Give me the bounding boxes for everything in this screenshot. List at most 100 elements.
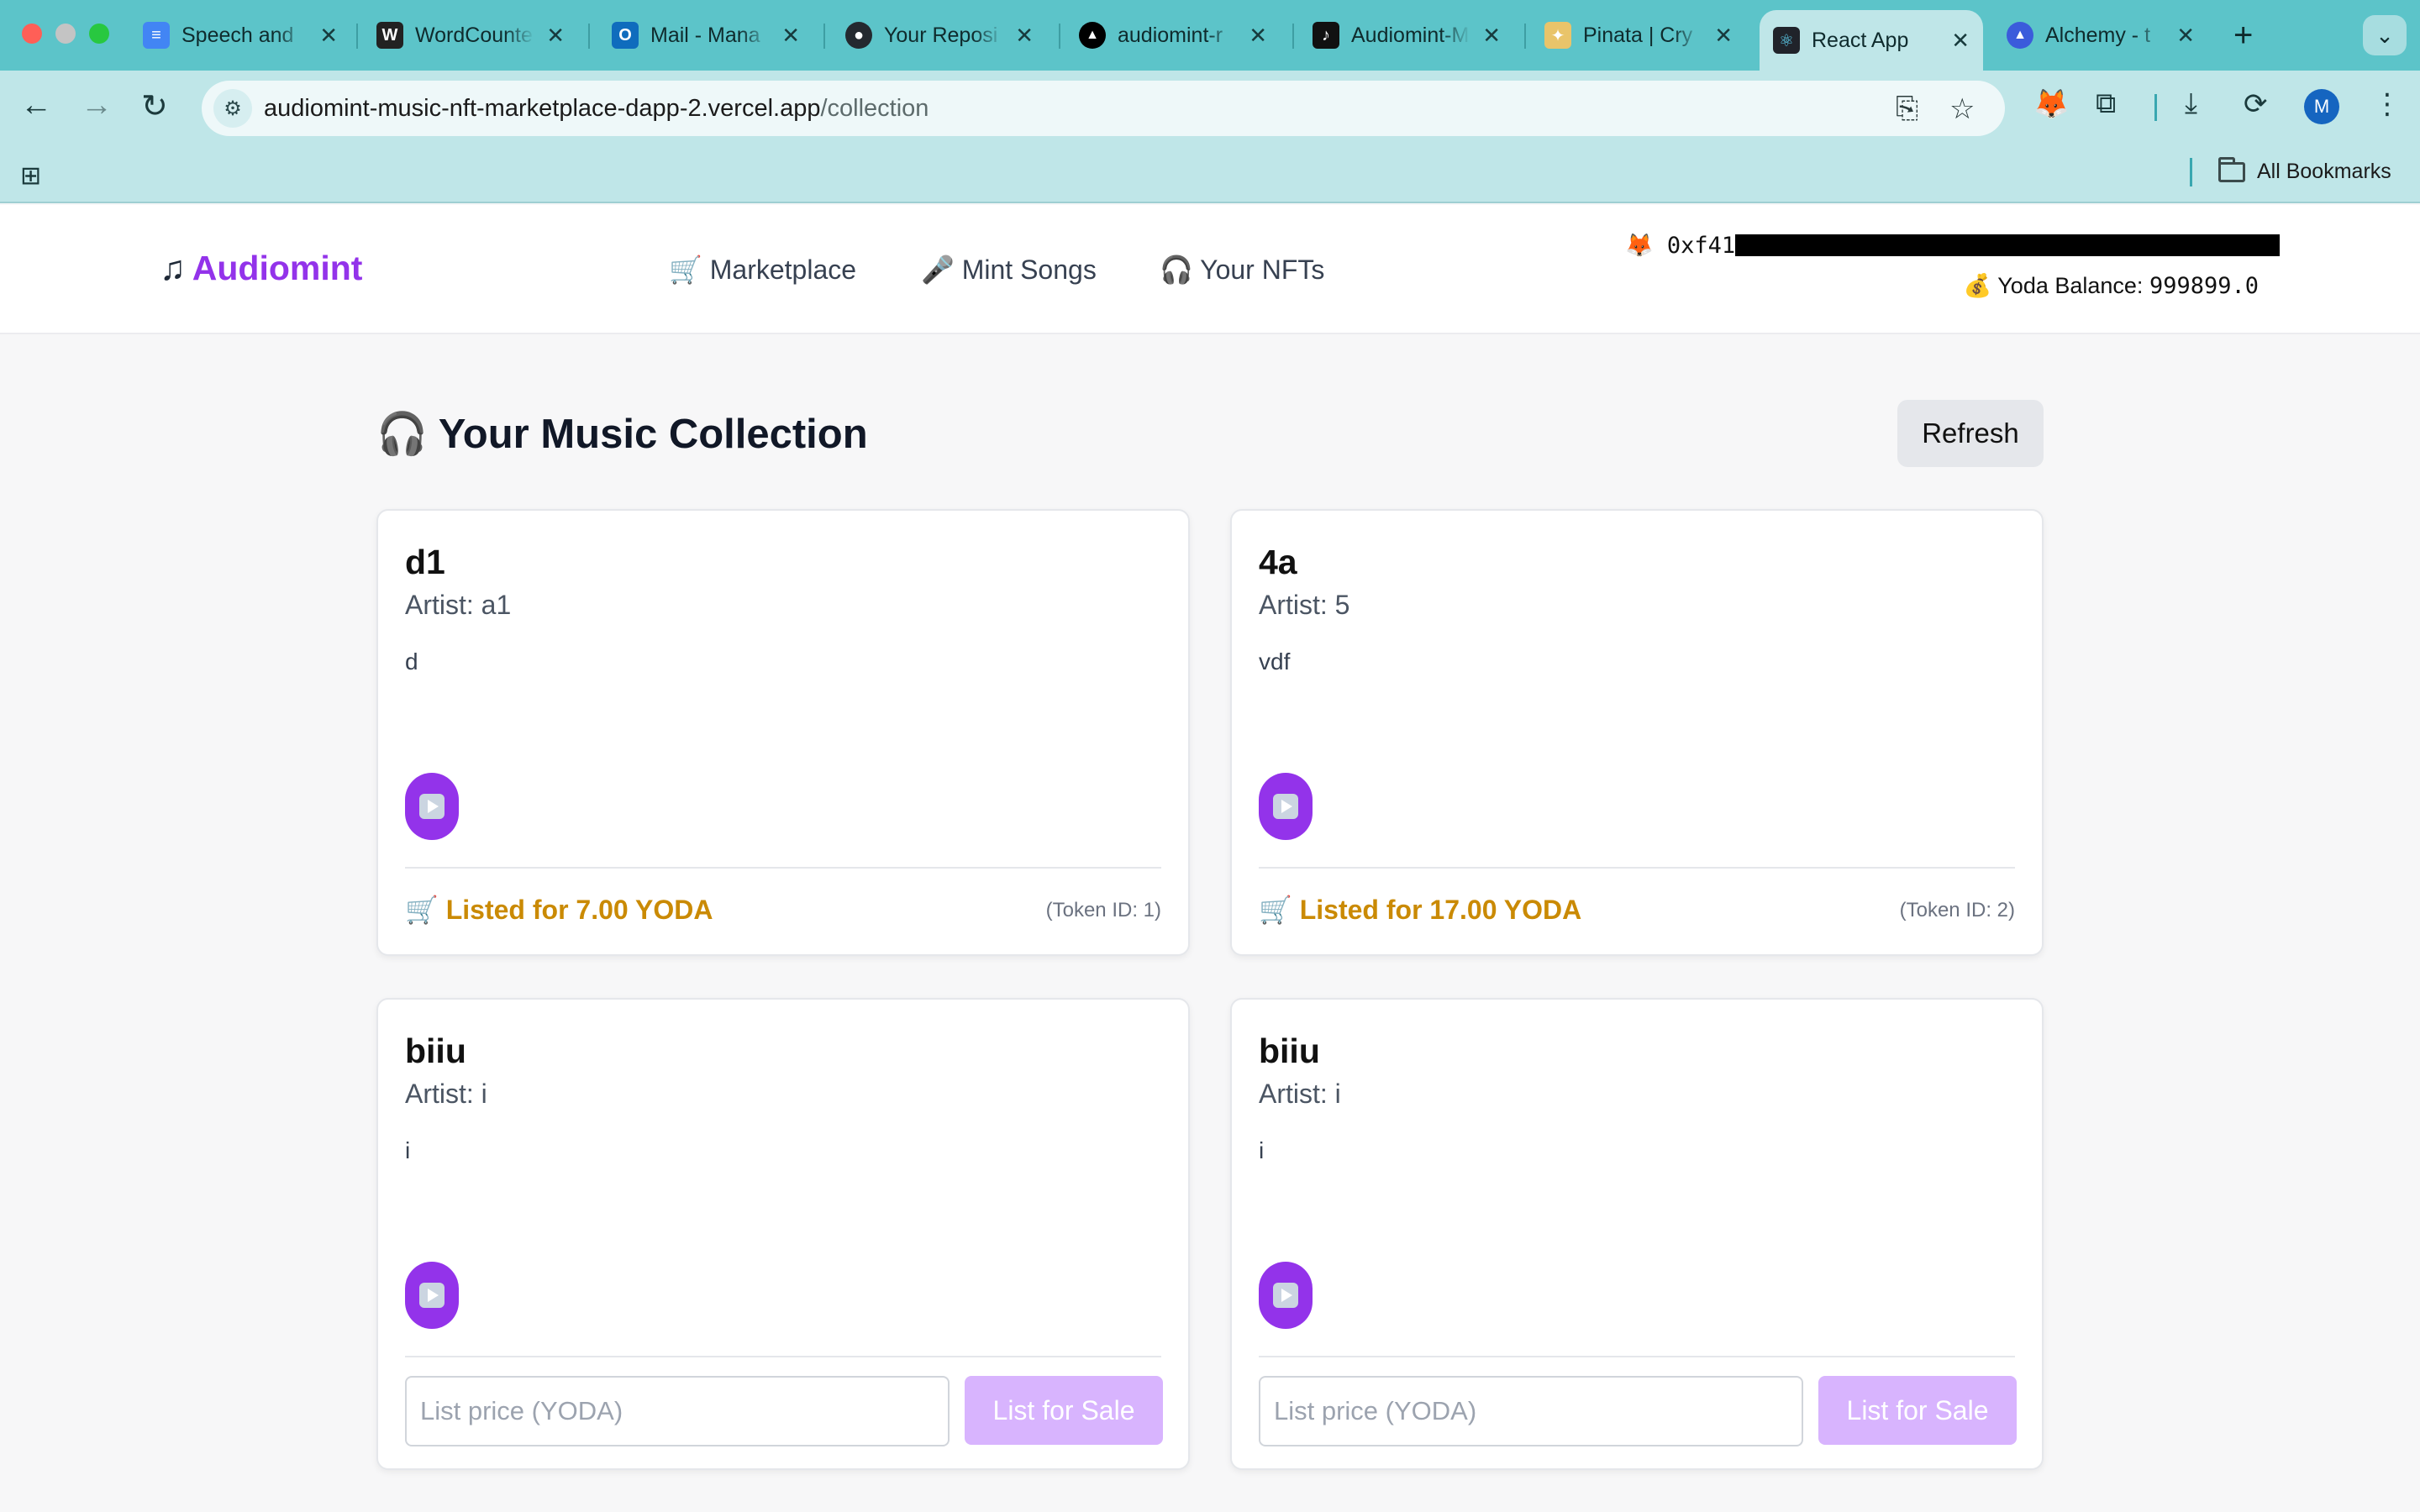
- yoda-balance: 💰 Yoda Balance: 999899.0: [1963, 273, 2259, 299]
- song-title: d1: [405, 543, 445, 581]
- browser-tab[interactable]: ▲ audiomint-r ✕: [1065, 13, 1281, 57]
- new-tab-icon[interactable]: +: [2233, 17, 2253, 55]
- folder-icon: [2218, 156, 2245, 182]
- browser-menu-icon[interactable]: ⋮: [2373, 87, 2402, 121]
- docs-icon: ≡: [143, 22, 170, 49]
- app-header: ♫ Audiomint 🛒 Marketplace 🎤 Mint Songs 🎧 …: [0, 205, 2420, 334]
- bookmark-star-icon[interactable]: ☆: [1949, 92, 1975, 126]
- close-tab-icon[interactable]: ✕: [1249, 23, 1267, 49]
- page-title: 🎧 Your Music Collection: [376, 412, 868, 457]
- back-arrow-icon[interactable]: ←: [20, 87, 52, 123]
- list-for-sale-button[interactable]: List for Sale: [965, 1376, 1163, 1445]
- song-description: vdf: [1259, 648, 1291, 675]
- song-card: biiu Artist: i i List for Sale: [376, 998, 1190, 1470]
- song-artist: Artist: i: [405, 1079, 487, 1109]
- redacted-address: [1735, 234, 2281, 256]
- song-artist: Artist: i: [1259, 1079, 1341, 1109]
- token-id: (Token ID: 1): [1045, 899, 1161, 921]
- alchemy-icon: ▲: [2007, 22, 2033, 49]
- song-artist: Artist: 5: [1259, 590, 1350, 620]
- list-for-sale-button[interactable]: List for Sale: [1818, 1376, 2017, 1445]
- headphones-icon: 🎧: [376, 412, 429, 457]
- song-title: biiu: [405, 1032, 466, 1070]
- song-card: 4a Artist: 5 vdf 🛒 Listed for 17.00 YODA…: [1230, 509, 2044, 956]
- fox-icon: 🦊: [1625, 233, 1654, 259]
- browser-tab-bar: ≡ Speech and ✕ W WordCounter ✕ O Mail - …: [0, 0, 2420, 71]
- play-button[interactable]: [405, 1262, 459, 1329]
- refresh-button[interactable]: Refresh: [1897, 400, 2044, 467]
- nav-mint-songs[interactable]: 🎤 Mint Songs: [921, 254, 1097, 286]
- play-icon: [419, 1283, 445, 1308]
- close-tab-icon[interactable]: ✕: [319, 23, 338, 49]
- wallet-address: 🦊 0xf41: [1625, 232, 2281, 259]
- browser-tab-active[interactable]: ⚛ React App ✕: [1760, 10, 1983, 71]
- reload-icon[interactable]: ↻: [141, 87, 168, 125]
- close-tab-icon[interactable]: ✕: [1714, 23, 1733, 49]
- apps-grid-icon[interactable]: ⊞: [20, 161, 41, 191]
- address-bar[interactable]: ⚙ audiomint-music-nft-marketplace-dapp-2…: [202, 81, 2005, 136]
- close-tab-icon[interactable]: ✕: [781, 23, 800, 49]
- token-id: (Token ID: 2): [1899, 899, 2015, 921]
- site-settings-icon[interactable]: ⚙: [213, 89, 252, 128]
- listing-status: 🛒 Listed for 7.00 YODA: [405, 895, 713, 925]
- close-tab-icon[interactable]: ✕: [1951, 28, 1970, 54]
- tab-search-chevron-icon[interactable]: ⌄: [2363, 15, 2407, 55]
- song-card: biiu Artist: i i List for Sale: [1230, 998, 2044, 1470]
- brand-logo[interactable]: ♫ Audiomint: [160, 249, 362, 288]
- nav-marketplace[interactable]: 🛒 Marketplace: [669, 254, 856, 286]
- wordcounter-icon: W: [376, 22, 403, 49]
- play-icon: [419, 794, 445, 819]
- play-button[interactable]: [405, 773, 459, 840]
- close-tab-icon[interactable]: ✕: [546, 23, 565, 49]
- song-description: d: [405, 648, 418, 675]
- close-tab-icon[interactable]: ✕: [1015, 23, 1034, 49]
- divider: [405, 867, 1161, 869]
- outlook-icon: O: [612, 22, 639, 49]
- song-title: biiu: [1259, 1032, 1320, 1070]
- browser-tab[interactable]: ≡ Speech and ✕: [129, 13, 351, 57]
- metamask-icon[interactable]: 🦊: [2033, 87, 2069, 121]
- play-icon: [1273, 794, 1298, 819]
- song-description: i: [405, 1137, 411, 1163]
- pinata-icon: ✦: [1544, 22, 1571, 49]
- browser-tab[interactable]: ♪ Audiomint-M ✕: [1299, 13, 1514, 57]
- song-description: i: [1259, 1137, 1265, 1163]
- minimize-window-button[interactable]: [55, 24, 76, 44]
- song-title: 4a: [1259, 543, 1297, 581]
- performance-icon[interactable]: ⟳: [2244, 87, 2268, 121]
- browser-tab[interactable]: W WordCounter ✕: [363, 13, 578, 57]
- close-tab-icon[interactable]: ✕: [2176, 23, 2195, 49]
- cart-icon: 🛒: [405, 895, 439, 925]
- close-window-button[interactable]: [22, 24, 42, 44]
- vercel-icon: ▲: [1079, 22, 1106, 49]
- download-icon[interactable]: ⤓: [2185, 87, 2197, 120]
- address-bar-url[interactable]: audiomint-music-nft-marketplace-dapp-2.v…: [264, 95, 929, 123]
- cart-icon: 🛒: [1259, 895, 1292, 925]
- divider: [405, 1356, 1161, 1357]
- listing-status: 🛒 Listed for 17.00 YODA: [1259, 895, 1582, 925]
- song-artist: Artist: a1: [405, 590, 512, 620]
- forward-arrow-icon[interactable]: →: [81, 87, 113, 123]
- extensions-puzzle-icon[interactable]: ⧉: [2096, 87, 2116, 120]
- divider: [1259, 867, 2015, 869]
- browser-tab[interactable]: O Mail - Mana ✕: [598, 13, 813, 57]
- zoom-window-button[interactable]: [89, 24, 109, 44]
- browser-tab[interactable]: ▲ Alchemy - t ✕: [1993, 13, 2208, 57]
- list-price-input[interactable]: [405, 1376, 950, 1446]
- react-icon: ⚛: [1773, 27, 1800, 54]
- browser-tab[interactable]: ✦ Pinata | Cry ✕: [1531, 13, 1746, 57]
- play-button[interactable]: [1259, 773, 1313, 840]
- play-button[interactable]: [1259, 1262, 1313, 1329]
- all-bookmarks-button[interactable]: All Bookmarks: [2218, 156, 2391, 184]
- microphone-icon: 🎤: [921, 255, 955, 285]
- app-icon: ♪: [1313, 22, 1339, 49]
- music-note-icon: ♫: [160, 249, 186, 287]
- browser-tab[interactable]: ● Your Reposi ✕: [832, 13, 1047, 57]
- install-app-icon[interactable]: ⎘: [1896, 92, 1918, 125]
- bookmarks-bar: ⊞ All Bookmarks: [0, 143, 2420, 203]
- list-price-input[interactable]: [1259, 1376, 1803, 1446]
- close-tab-icon[interactable]: ✕: [1482, 23, 1501, 49]
- divider: [1259, 1356, 2015, 1357]
- nav-your-nfts[interactable]: 🎧 Your NFTs: [1160, 254, 1324, 286]
- profile-avatar[interactable]: M: [2304, 89, 2339, 124]
